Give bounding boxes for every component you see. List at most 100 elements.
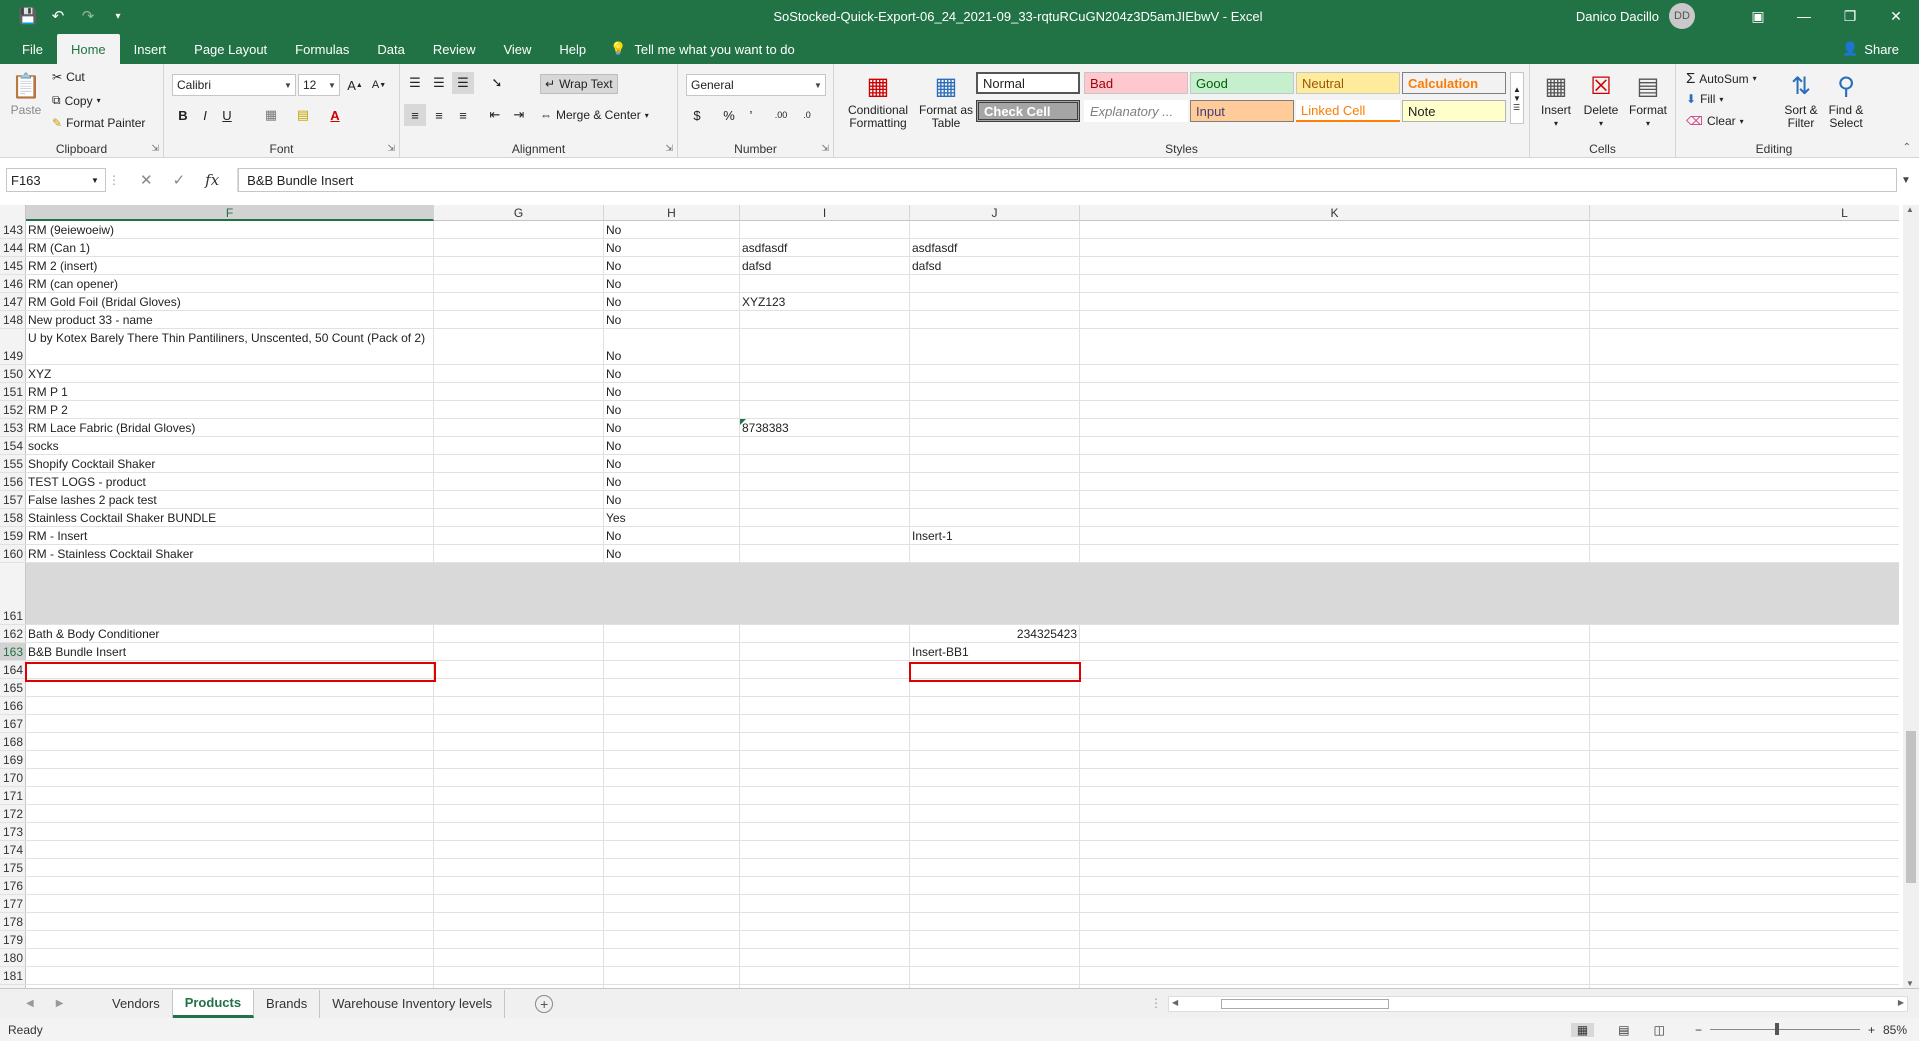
column-header-k[interactable]: K [1080,205,1590,221]
cell-h176[interactable] [604,877,740,894]
cell-k168[interactable] [1080,733,1590,750]
cell-j163[interactable]: Insert-BB1 [910,643,1080,660]
style-good[interactable]: Good [1190,72,1294,94]
row-header[interactable]: 153 [0,419,26,436]
customize-qat-icon[interactable]: ▾ [108,11,128,22]
cell-h152[interactable]: No [604,401,740,418]
row-header[interactable]: 177 [0,895,26,912]
orientation-icon[interactable]: ➘ [486,72,508,94]
cell-k158[interactable] [1080,509,1590,526]
cell-f146[interactable]: RM (can opener) [26,275,434,292]
currency-button[interactable]: $ [686,104,708,126]
cell-j161[interactable] [910,563,1080,624]
cell-g148[interactable] [434,311,604,328]
cell-i176[interactable] [740,877,910,894]
cell-j154[interactable] [910,437,1080,454]
cell-i153[interactable]: 8738383 [740,419,910,436]
cell-k153[interactable] [1080,419,1590,436]
cell-f178[interactable] [26,913,434,930]
clear-button[interactable]: ⌫ Clear ▾ [1686,114,1744,128]
cell-i167[interactable] [740,715,910,732]
cell-l168[interactable] [1590,733,1899,750]
cell-g156[interactable] [434,473,604,490]
align-bottom-icon[interactable]: ☰ [452,72,474,94]
cell-j178[interactable] [910,913,1080,930]
tab-review[interactable]: Review [419,34,490,64]
cell-l158[interactable] [1590,509,1899,526]
autosum-button[interactable]: Σ AutoSum ▾ [1686,70,1757,87]
horizontal-scroll-thumb[interactable] [1221,999,1389,1009]
row-header[interactable]: 181 [0,967,26,984]
cell-i180[interactable] [740,949,910,966]
format-as-table-button[interactable]: ▦ Format as Table [916,70,976,130]
align-left-icon[interactable]: ≡ [404,104,426,126]
tell-me-search[interactable]: 💡 Tell me what you want to do [610,34,795,64]
cell-i170[interactable] [740,769,910,786]
cell-f162[interactable]: Bath & Body Conditioner [26,625,434,642]
cell-j158[interactable] [910,509,1080,526]
style-note[interactable]: Note [1402,100,1506,122]
cell-h160[interactable]: No [604,545,740,562]
cell-i155[interactable] [740,455,910,472]
cell-i172[interactable] [740,805,910,822]
redo-icon[interactable]: ↷ [78,7,98,25]
cell-l162[interactable] [1590,625,1899,642]
prev-sheet-icon[interactable]: ◀ [26,998,34,1009]
cell-f174[interactable] [26,841,434,858]
cell-k166[interactable] [1080,697,1590,714]
cell-g171[interactable] [434,787,604,804]
cell-j171[interactable] [910,787,1080,804]
cell-j170[interactable] [910,769,1080,786]
cell-l151[interactable] [1590,383,1899,400]
cell-l180[interactable] [1590,949,1899,966]
user-account[interactable]: Danico Dacillo DD [1576,3,1695,29]
page-layout-view-icon[interactable]: ▤ [1618,1023,1629,1037]
cell-i143[interactable] [740,221,910,238]
cell-l148[interactable] [1590,311,1899,328]
cell-g154[interactable] [434,437,604,454]
cell-h163[interactable] [604,643,740,660]
cell-l146[interactable] [1590,275,1899,292]
cell-j169[interactable] [910,751,1080,768]
font-size-combo[interactable]: 12 ▼ [298,74,340,96]
cell-g157[interactable] [434,491,604,508]
cell-i171[interactable] [740,787,910,804]
decrease-indent-icon[interactable]: ⇤ [484,104,506,126]
cell-h168[interactable] [604,733,740,750]
cell-k151[interactable] [1080,383,1590,400]
cell-i147[interactable]: XYZ123 [740,293,910,310]
sheet-tab-products[interactable]: Products [172,989,255,1018]
cell-k167[interactable] [1080,715,1590,732]
cell-i154[interactable] [740,437,910,454]
column-header-f[interactable]: F [26,205,434,221]
row-header[interactable]: 174 [0,841,26,858]
cell-l174[interactable] [1590,841,1899,858]
scroll-up-icon[interactable]: ▲ [1906,205,1914,214]
row-header[interactable]: 160 [0,545,26,562]
conditional-formatting-button[interactable]: ▦ Conditional Formatting [844,70,912,130]
restore-icon[interactable]: ❐ [1827,8,1873,25]
cell-g144[interactable] [434,239,604,256]
row-header[interactable]: 162 [0,625,26,642]
cell-i152[interactable] [740,401,910,418]
column-header-h[interactable]: H [604,205,740,221]
scroll-right-icon[interactable]: ▶ [1898,998,1904,1007]
cell-k170[interactable] [1080,769,1590,786]
cell-k144[interactable] [1080,239,1590,256]
share-button[interactable]: 👤 Share [1842,34,1899,64]
cell-k159[interactable] [1080,527,1590,544]
cell-l165[interactable] [1590,679,1899,696]
sheet-tab-brands[interactable]: Brands [254,989,321,1018]
row-header[interactable]: 168 [0,733,26,750]
tab-formulas[interactable]: Formulas [281,34,363,64]
cell-h165[interactable] [604,679,740,696]
cell-f150[interactable]: XYZ [26,365,434,382]
cell-f181[interactable] [26,967,434,984]
cell-g175[interactable] [434,859,604,876]
cell-i158[interactable] [740,509,910,526]
cell-k155[interactable] [1080,455,1590,472]
align-right-icon[interactable]: ≡ [452,104,474,126]
cell-l145[interactable] [1590,257,1899,274]
tab-insert[interactable]: Insert [120,34,181,64]
cell-i157[interactable] [740,491,910,508]
